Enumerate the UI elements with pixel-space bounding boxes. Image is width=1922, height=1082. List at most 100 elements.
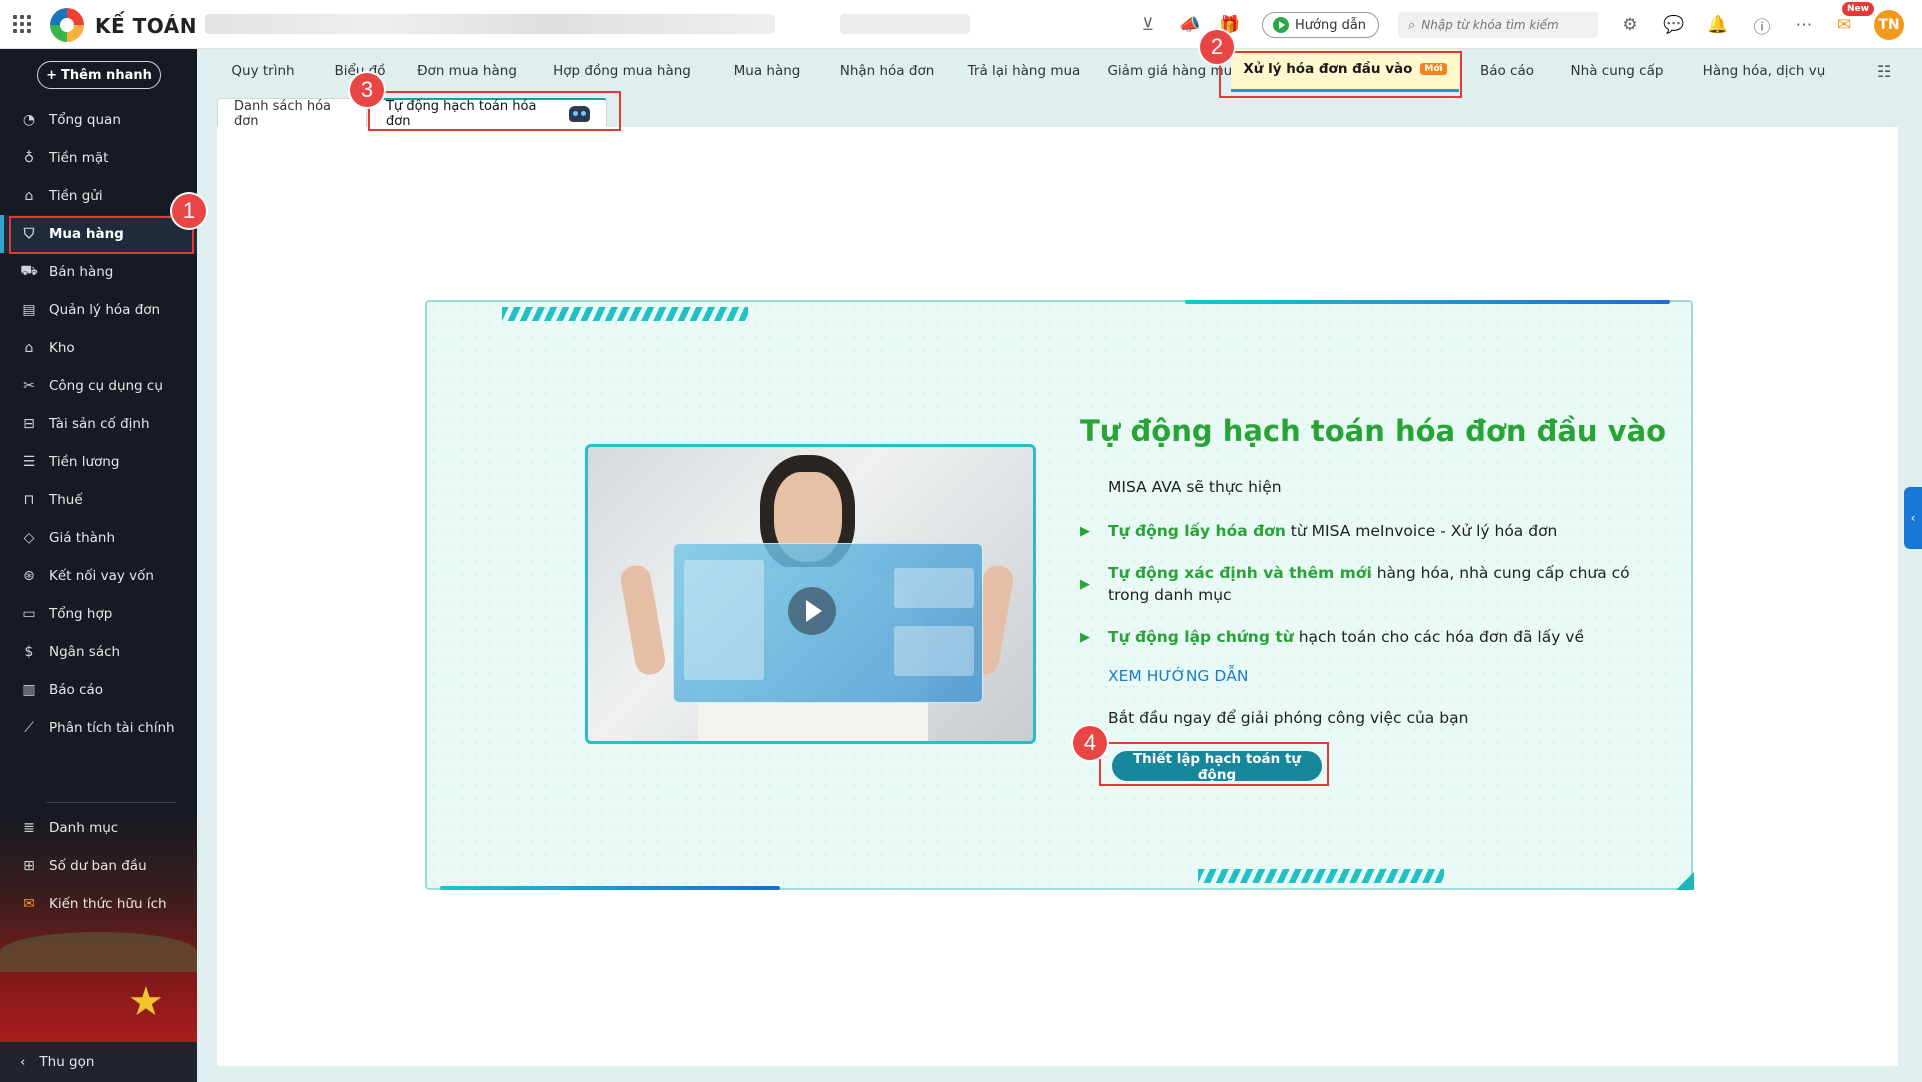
subtab-danh-sach-hoa-don[interactable]: Danh sách hóa đơn bbox=[217, 98, 367, 129]
knowledge-icon: ✉ bbox=[23, 896, 35, 912]
tab-hop-dong-mua-hang[interactable]: Hợp đồng mua hàng bbox=[533, 49, 711, 92]
avatar[interactable]: TN bbox=[1874, 10, 1904, 40]
warehouse-icon: ⌂ bbox=[24, 340, 34, 356]
bell-icon[interactable]: 🔔 bbox=[1706, 13, 1730, 37]
feature-bullet: ▶ Tự động lập chứng từ hạch toán cho các… bbox=[1080, 626, 1660, 649]
megaphone-icon[interactable]: 📣 bbox=[1178, 13, 1202, 37]
play-video-icon[interactable] bbox=[788, 587, 836, 635]
tab-don-mua-hang[interactable]: Đơn mua hàng bbox=[401, 49, 533, 92]
highlight-xu-ly-hoa-don-tab bbox=[1219, 51, 1462, 98]
new-badge: New bbox=[1842, 2, 1874, 16]
invoice-icon: ▤ bbox=[22, 302, 36, 318]
period-blurred[interactable] bbox=[840, 14, 970, 34]
sidebar-item-quan-ly-hoa-don[interactable]: ▤ Quản lý hóa đơn bbox=[0, 291, 197, 329]
app-grid-icon[interactable] bbox=[13, 15, 31, 33]
report-icon: ▥ bbox=[22, 682, 36, 698]
chevron-left-icon: ‹ bbox=[20, 1054, 26, 1070]
cart-icon: ⛟ bbox=[20, 263, 38, 279]
download-icon[interactable]: ⊻ bbox=[1136, 13, 1160, 37]
decor-stripe-top bbox=[502, 307, 748, 321]
sidebar: ★ + Thêm nhanh ◔ Tổng quan ♁ Tiền mặt ⌂ Tiề… bbox=[0, 49, 197, 1082]
quick-add-label: Thêm nhanh bbox=[61, 67, 152, 83]
sidebar-item-tai-san-co-dinh[interactable]: ⊟ Tài sản cố định bbox=[0, 405, 197, 443]
feature-bullet: ▶ Tự động lấy hóa đơn từ MISA meInvoice … bbox=[1080, 520, 1660, 543]
dashboard-icon: ◔ bbox=[22, 112, 36, 128]
expand-panel-handle[interactable]: ‹ bbox=[1904, 487, 1922, 549]
tab-nhan-hoa-don[interactable]: Nhận hóa đơn bbox=[823, 49, 951, 92]
search-icon: ⌕ bbox=[1408, 17, 1416, 33]
tab-tra-lai-hang-mua[interactable]: Trả lại hàng mua bbox=[951, 49, 1097, 92]
collapse-sidebar-button[interactable]: ‹ Thu gọn bbox=[0, 1042, 197, 1082]
analysis-icon: ⟋ bbox=[24, 720, 34, 736]
feature-bullet: ▶ Tự động xác định và thêm mới hàng hóa,… bbox=[1080, 564, 1630, 604]
price-tag-icon: ◇ bbox=[23, 530, 35, 546]
sidebar-item-tien-luong[interactable]: ☰ Tiền lương bbox=[0, 443, 197, 481]
tab-bao-cao[interactable]: Báo cáo bbox=[1459, 49, 1555, 92]
sidebar-item-tong-quan[interactable]: ◔ Tổng quan bbox=[0, 101, 197, 139]
more-icon[interactable]: ⋯ bbox=[1792, 13, 1816, 37]
salary-icon: ☰ bbox=[22, 454, 36, 470]
balance-icon: ⊞ bbox=[23, 858, 35, 874]
arrow-right-icon: ▶ bbox=[1080, 524, 1090, 539]
sidebar-item-tien-mat[interactable]: ♁ Tiền mặt bbox=[0, 139, 197, 177]
sidebar-item-phan-tich-tai-chinh[interactable]: ⟋ Phân tích tài chính bbox=[0, 709, 197, 747]
feature-intro-text: MISA AVA sẽ thực hiện bbox=[1108, 478, 1282, 496]
asset-icon: ⊟ bbox=[23, 416, 35, 432]
step-marker-2: 2 bbox=[1200, 30, 1234, 64]
highlight-setup-button bbox=[1099, 742, 1329, 786]
summary-icon: ▭ bbox=[22, 606, 36, 622]
intro-video-thumbnail[interactable] bbox=[585, 444, 1036, 744]
misa-logo bbox=[50, 8, 84, 42]
view-guide-link[interactable]: XEM HƯỚNG DẪN bbox=[1108, 667, 1248, 685]
tools-icon: ✂ bbox=[23, 378, 35, 394]
sidebar-item-cong-cu-dung-cu[interactable]: ✂ Công cụ dụng cụ bbox=[0, 367, 197, 405]
step-marker-1: 1 bbox=[172, 194, 206, 228]
sidebar-item-tong-hop[interactable]: ▭ Tổng hợp bbox=[0, 595, 197, 633]
tab-quy-trinh[interactable]: Quy trình bbox=[207, 49, 319, 92]
sidebar-item-danh-muc[interactable]: ≣ Danh mục bbox=[0, 809, 197, 847]
sidebar-item-so-du-ban-dau[interactable]: ⊞ Số dư ban đầu bbox=[0, 847, 197, 885]
sidebar-item-gia-thanh[interactable]: ◇ Giá thành bbox=[0, 519, 197, 557]
brand-title: KẾ TOÁN bbox=[95, 14, 197, 38]
feature-title: Tự động hạch toán hóa đơn đầu vào bbox=[1080, 414, 1667, 448]
sidebar-item-bao-cao[interactable]: ▥ Báo cáo bbox=[0, 671, 197, 709]
decor-stripe-bottom bbox=[1198, 869, 1444, 883]
top-bar: KẾ TOÁN ⊻ 📣 🎁 Hướng dẫn ⌕ ⚙ 💬 🔔 ⓘ ⋯ ✉ Ne… bbox=[0, 0, 1922, 49]
sidebar-item-thue[interactable]: ⊓ Thuế bbox=[0, 481, 197, 519]
gear-icon[interactable]: ⚙ bbox=[1618, 13, 1642, 37]
arrow-right-icon: ▶ bbox=[1080, 630, 1090, 645]
sidebar-divider bbox=[46, 802, 176, 803]
highlight-tu-dong-subtab bbox=[368, 91, 621, 131]
sidebar-item-ban-hang[interactable]: ⛟ Bán hàng bbox=[0, 253, 197, 291]
guide-button[interactable]: Hướng dẫn bbox=[1262, 12, 1379, 38]
sidebar-item-tien-gui[interactable]: ⌂ Tiền gửi bbox=[0, 177, 197, 215]
play-icon bbox=[1273, 17, 1289, 33]
budget-icon: $ bbox=[24, 644, 34, 660]
decor-line-bottom bbox=[440, 886, 780, 890]
module-tab-bar: Quy trình Biểu đồ Đơn mua hàng Hợp đồng … bbox=[197, 49, 1922, 92]
chat-icon[interactable]: 💬 bbox=[1662, 13, 1686, 37]
search-input[interactable] bbox=[1421, 18, 1582, 32]
money-bag-icon: ♁ bbox=[23, 150, 35, 166]
star-icon: ★ bbox=[128, 979, 164, 1025]
search-box[interactable]: ⌕ bbox=[1398, 12, 1598, 38]
arrow-right-icon: ▶ bbox=[1080, 577, 1090, 592]
step-marker-3: 3 bbox=[350, 73, 384, 107]
mail-icon[interactable]: ✉ bbox=[1832, 13, 1856, 37]
bank-icon: ⌂ bbox=[24, 188, 34, 204]
company-name-blurred[interactable] bbox=[205, 14, 775, 34]
sidebar-item-ket-noi-vay-von[interactable]: ⊛ Kết nối vay vốn bbox=[0, 557, 197, 595]
tab-nha-cung-cap[interactable]: Nhà cung cấp bbox=[1555, 49, 1679, 92]
loan-icon: ⊛ bbox=[23, 568, 35, 584]
help-icon[interactable]: ⓘ bbox=[1750, 13, 1774, 38]
tab-settings-icon[interactable]: ☷ bbox=[1877, 62, 1899, 81]
sidebar-item-ngan-sach[interactable]: $ Ngân sách bbox=[0, 633, 197, 671]
tab-mua-hang[interactable]: Mua hàng bbox=[711, 49, 823, 92]
decor-line-top bbox=[1185, 300, 1670, 304]
sidebar-item-kien-thuc-huu-ich[interactable]: ✉ Kiến thức hữu ích bbox=[0, 885, 197, 923]
quick-add-button[interactable]: + Thêm nhanh bbox=[37, 61, 161, 89]
list-icon: ≣ bbox=[23, 820, 35, 836]
sidebar-item-kho[interactable]: ⌂ Kho bbox=[0, 329, 197, 367]
tab-hang-hoa-dich-vu[interactable]: Hàng hóa, dịch vụ bbox=[1679, 49, 1849, 92]
start-now-text: Bắt đầu ngay để giải phóng công việc của… bbox=[1108, 709, 1469, 727]
